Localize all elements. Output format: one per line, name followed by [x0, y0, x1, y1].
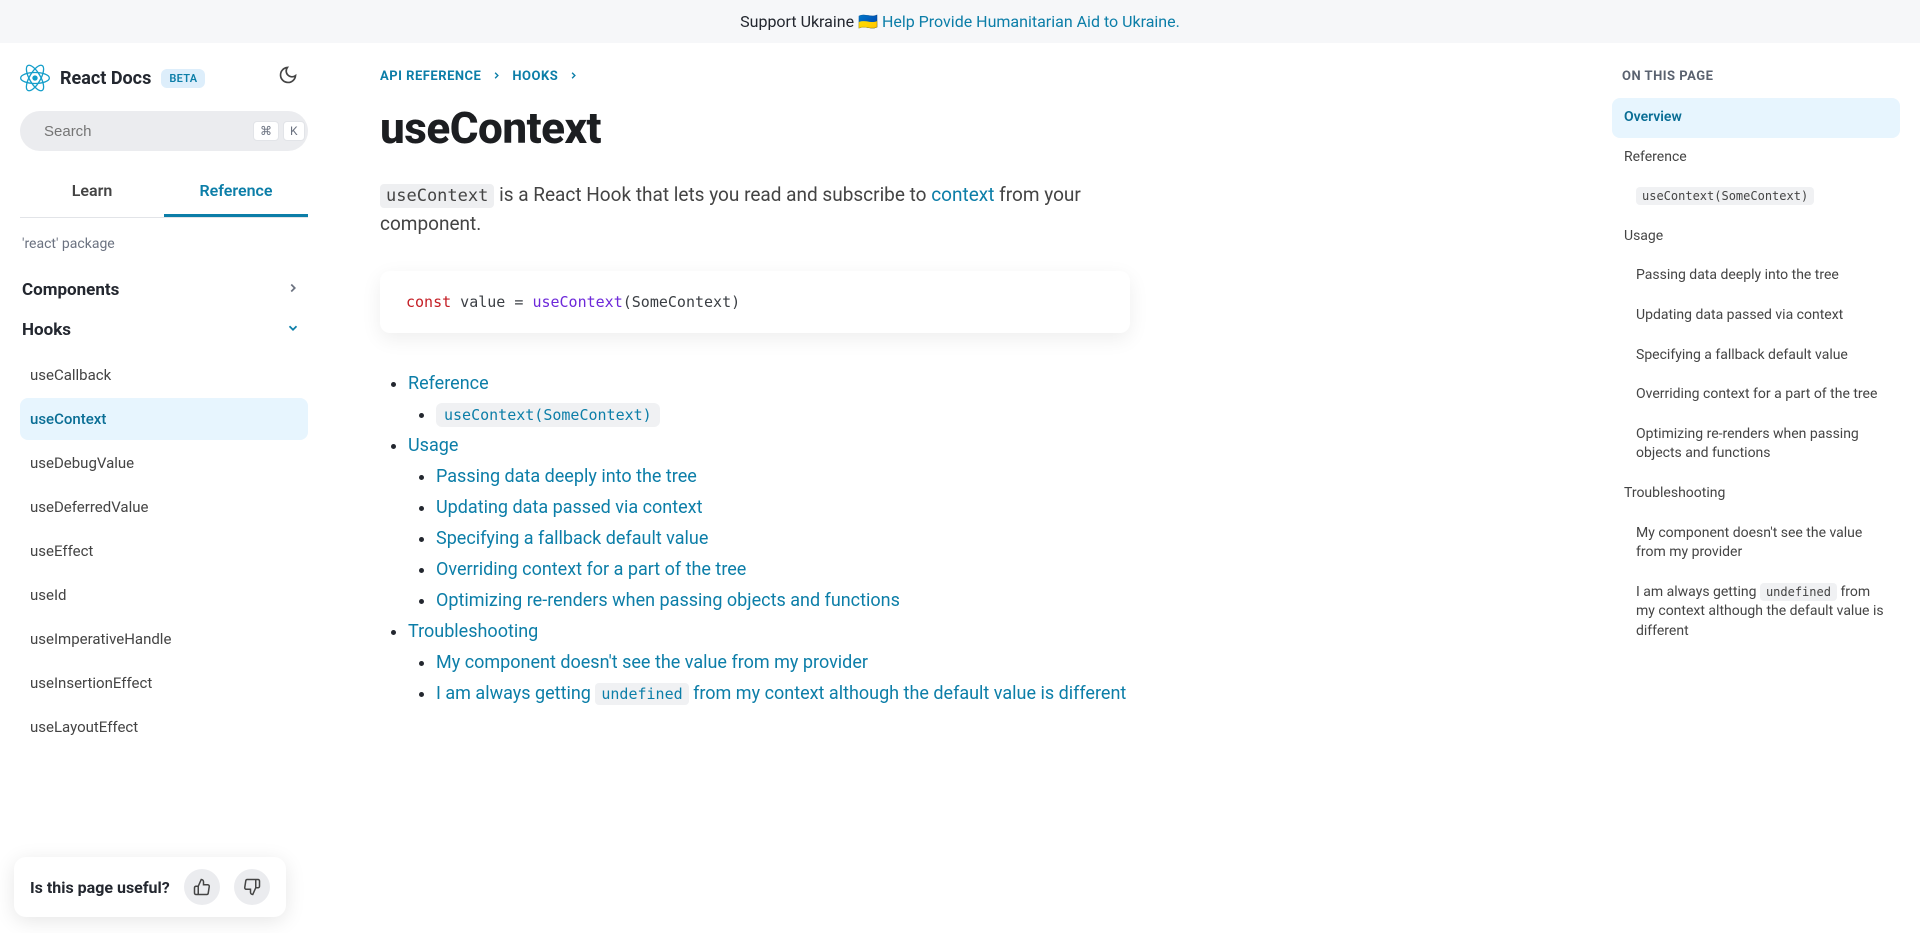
toc-link-usecontext-sig[interactable]: useContext(SomeContext)	[436, 403, 660, 427]
rtoc-u5[interactable]: Optimizing re-renders when passing objec…	[1612, 415, 1900, 474]
code-snippet: const value = useContext(SomeContext)	[380, 271, 1130, 333]
toc-link-reference[interactable]: Reference	[408, 373, 489, 394]
nav-hooks-list: useCallback useContext useDebugValue use…	[20, 354, 308, 748]
nav-section-hooks[interactable]: Hooks	[20, 310, 308, 350]
nav-item-usecallback[interactable]: useCallback	[20, 354, 308, 396]
kbd-cmd: ⌘	[253, 121, 279, 141]
toc-title: ON THIS PAGE	[1612, 69, 1900, 84]
toc-link-u2[interactable]: Updating data passed via context	[436, 497, 702, 518]
tab-learn[interactable]: Learn	[20, 169, 164, 217]
inline-toc: Reference useContext(SomeContext) Usage …	[380, 373, 1130, 704]
logo-text: React Docs	[60, 68, 151, 89]
nav-section-components[interactable]: Components	[20, 270, 308, 310]
left-sidebar: React Docs BETA ⌘ K Learn Reference 'rea…	[0, 43, 320, 932]
rtoc-ref-code[interactable]: useContext(SomeContext)	[1612, 177, 1900, 217]
banner-text: Support Ukraine 🇺🇦	[740, 12, 882, 31]
logo-row[interactable]: React Docs BETA	[20, 63, 308, 93]
intro-text-1: is a React Hook that lets you read and s…	[494, 183, 931, 206]
page-title: useContext	[380, 102, 1130, 154]
breadcrumb-hooks[interactable]: HOOKS	[512, 69, 558, 84]
feedback-question: Is this page useful?	[30, 878, 170, 897]
nav-item-uselayouteffect[interactable]: useLayoutEffect	[20, 706, 308, 748]
search-input[interactable]	[44, 123, 243, 140]
toc-link-t2[interactable]: I am always getting undefined from my co…	[436, 683, 1126, 704]
breadcrumb: API REFERENCE HOOKS	[380, 69, 1130, 84]
rtoc-overview[interactable]: Overview	[1612, 98, 1900, 138]
right-toc: ON THIS PAGE Overview Reference useConte…	[1600, 43, 1920, 932]
chevron-right-icon	[286, 281, 300, 299]
toc-link-u1[interactable]: Passing data deeply into the tree	[436, 466, 697, 487]
rtoc-u1[interactable]: Passing data deeply into the tree	[1612, 256, 1900, 296]
toc-link-u4[interactable]: Overriding context for a part of the tre…	[436, 559, 746, 580]
feedback-card: Is this page useful?	[14, 857, 286, 917]
nav-item-useid[interactable]: useId	[20, 574, 308, 616]
intro-link-context[interactable]: context	[931, 183, 994, 206]
intro-code: useContext	[380, 184, 494, 208]
dark-mode-toggle[interactable]	[278, 65, 298, 89]
rtoc-u3[interactable]: Specifying a fallback default value	[1612, 336, 1900, 376]
rtoc-reference[interactable]: Reference	[1612, 138, 1900, 178]
package-label: 'react' package	[22, 236, 308, 252]
sidebar-tabs: Learn Reference	[20, 169, 308, 218]
kbd-k: K	[283, 121, 305, 141]
support-banner: Support Ukraine 🇺🇦 Help Provide Humanita…	[0, 0, 1920, 43]
search-shortcut: ⌘ K	[253, 121, 305, 141]
intro-paragraph: useContext is a React Hook that lets you…	[380, 180, 1130, 239]
thumbs-down-icon	[243, 878, 261, 896]
beta-badge: BETA	[161, 69, 205, 88]
banner-link[interactable]: Help Provide Humanitarian Aid to Ukraine…	[882, 12, 1180, 31]
thumbs-up-icon	[193, 878, 211, 896]
code-text: value =	[451, 293, 532, 311]
code-function: useContext	[532, 293, 622, 311]
toc-link-u5[interactable]: Optimizing re-renders when passing objec…	[436, 590, 900, 611]
nav-item-useinsertioneffect[interactable]: useInsertionEffect	[20, 662, 308, 704]
react-logo-icon	[20, 63, 50, 93]
rtoc-t1[interactable]: My component doesn't see the value from …	[1612, 514, 1900, 573]
nav-item-usedeferredvalue[interactable]: useDeferredValue	[20, 486, 308, 528]
toc-link-usage[interactable]: Usage	[408, 435, 458, 456]
moon-icon	[278, 65, 298, 85]
rtoc-u2[interactable]: Updating data passed via context	[1612, 296, 1900, 336]
main-content: API REFERENCE HOOKS useContext useContex…	[320, 43, 1200, 932]
nav-item-useeffect[interactable]: useEffect	[20, 530, 308, 572]
code-keyword: const	[406, 293, 451, 311]
thumbs-down-button[interactable]	[234, 869, 270, 905]
code-text: (SomeContext)	[623, 293, 740, 311]
chevron-right-icon	[491, 70, 502, 84]
rtoc-t2[interactable]: I am always getting undefined from my co…	[1612, 573, 1900, 652]
toc-link-t1[interactable]: My component doesn't see the value from …	[436, 652, 868, 673]
rtoc-troubleshooting[interactable]: Troubleshooting	[1612, 474, 1900, 514]
rtoc-usage[interactable]: Usage	[1612, 217, 1900, 257]
search-box[interactable]: ⌘ K	[20, 111, 308, 151]
rtoc-u4[interactable]: Overriding context for a part of the tre…	[1612, 375, 1900, 415]
nav-item-usedebugvalue[interactable]: useDebugValue	[20, 442, 308, 484]
thumbs-up-button[interactable]	[184, 869, 220, 905]
toc-link-troubleshooting[interactable]: Troubleshooting	[408, 621, 538, 642]
chevron-right-icon	[568, 70, 579, 84]
tab-reference[interactable]: Reference	[164, 169, 308, 217]
nav-item-usecontext[interactable]: useContext	[20, 398, 308, 440]
breadcrumb-api-reference[interactable]: API REFERENCE	[380, 69, 481, 84]
nav-section-label: Components	[22, 280, 119, 300]
toc-link-u3[interactable]: Specifying a fallback default value	[436, 528, 708, 549]
nav-section-label: Hooks	[22, 320, 71, 340]
chevron-down-icon	[286, 321, 300, 339]
nav-item-useimperativehandle[interactable]: useImperativeHandle	[20, 618, 308, 660]
